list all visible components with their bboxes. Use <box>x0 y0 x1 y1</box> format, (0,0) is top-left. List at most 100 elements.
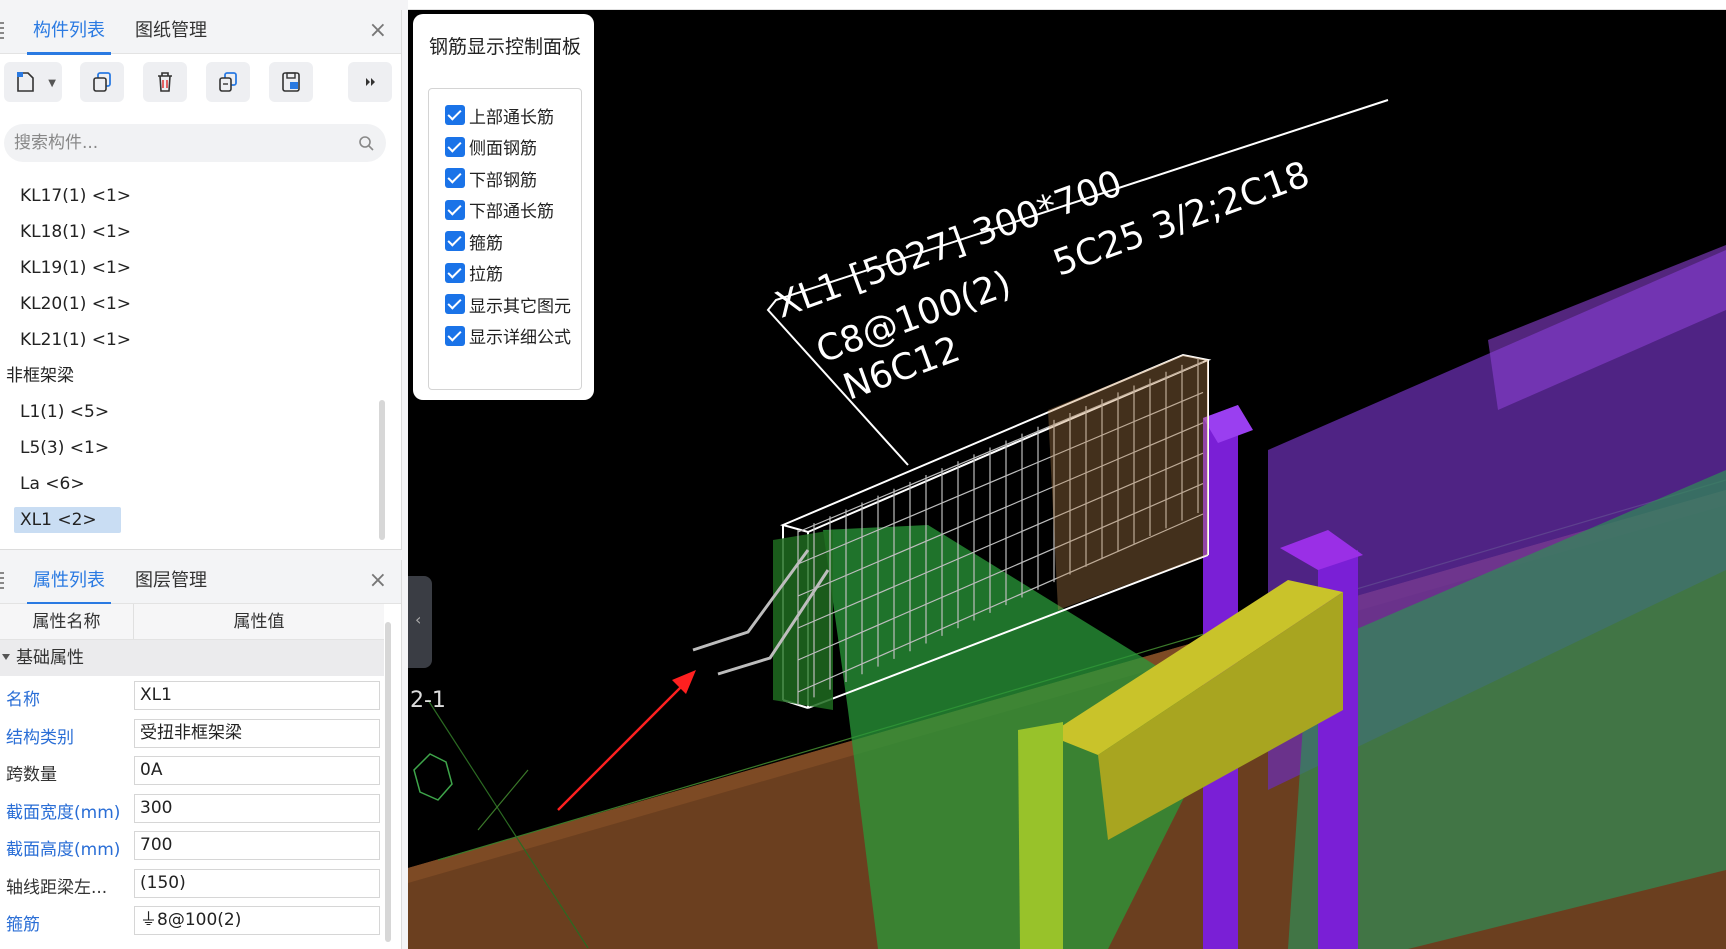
tree-item-label: L1(1) <5> <box>20 402 110 422</box>
checkbox[interactable] <box>445 294 465 314</box>
tree-item[interactable]: KL19(1) <1> <box>0 250 384 286</box>
property-value-field[interactable]: 700 <box>134 831 380 860</box>
rebar-option-label: 拉筋 <box>469 265 503 285</box>
property-name: 结构类别 <box>6 727 74 748</box>
tree-item-label: KL18(1) <1> <box>20 222 132 242</box>
rebar-option[interactable]: 显示其它图元 <box>445 289 571 319</box>
collapse-sidebar-button[interactable]: ‹ <box>408 576 432 668</box>
search-input[interactable] <box>14 131 334 155</box>
rebar-option[interactable]: 下部通长筋 <box>445 195 554 225</box>
extract-component-button[interactable] <box>269 62 313 102</box>
tree-group[interactable]: 非框架梁 <box>0 358 384 394</box>
new-component-button[interactable]: ▼ <box>4 62 62 102</box>
property-value-field[interactable]: 受扭非框架梁 <box>134 718 380 748</box>
tree-item[interactable]: La <6> <box>0 466 384 502</box>
drag-handle-icon[interactable] <box>0 22 4 42</box>
checkbox[interactable] <box>445 262 465 283</box>
tree-item[interactable]: KL21(1) <1> <box>0 322 384 358</box>
rebar-option-label: 显示详细公式 <box>469 328 571 348</box>
property-list-panel: 属性列表 图层管理 × 属性名称 属性值 基础属性 名称 XL1 结构类别 受扭非框架… <box>0 560 402 949</box>
checkbox[interactable] <box>445 199 465 220</box>
copy-icon <box>93 72 111 92</box>
axis-marker-icon <box>413 753 453 801</box>
chevron-down-icon[interactable]: ▼ <box>48 78 56 89</box>
double-chevron-right-icon <box>366 78 375 86</box>
checkbox[interactable] <box>445 231 465 251</box>
rebar-option[interactable]: 显示详细公式 <box>445 321 571 351</box>
property-row: 名称 XL1 <box>0 676 384 714</box>
checkbox[interactable] <box>445 136 465 157</box>
property-name: 箍筋 <box>6 915 40 935</box>
tab-property-list[interactable]: 属性列表 <box>27 570 111 605</box>
rebar-panel-title: 钢筋显示控制面板 <box>429 36 582 58</box>
new-file-icon <box>17 72 34 92</box>
tree-item[interactable]: L1(1) <5> <box>0 394 384 430</box>
property-scrollbar[interactable] <box>385 622 391 942</box>
property-value-field[interactable]: ⏚8@100(2) <box>134 906 380 935</box>
tab-component-list[interactable]: 构件列表 <box>27 20 111 55</box>
section-basic-properties[interactable]: 基础属性 <box>0 640 384 676</box>
duplicate-icon <box>219 72 237 92</box>
tree-item-label: La <6> <box>20 474 85 494</box>
tab-layer-management[interactable]: 图层管理 <box>135 570 207 592</box>
rebar-option[interactable]: 下部钢筋 <box>445 163 537 193</box>
property-name: 名称 <box>6 690 40 710</box>
rebar-option[interactable]: 上部通长筋 <box>445 100 554 130</box>
property-row: 箍筋 ⏚8@100(2) <box>0 901 384 939</box>
red-arrow <box>557 679 689 811</box>
column-header-value: 属性值 <box>233 612 285 632</box>
checkbox[interactable] <box>445 168 465 188</box>
component-scrollbar[interactable] <box>379 400 385 540</box>
checkbox[interactable] <box>445 325 465 346</box>
component-tree: KL17(1) <1> KL18(1) <1> KL19(1) <1> KL20(1)… <box>0 178 384 538</box>
rebar-option-label: 箍筋 <box>469 233 503 254</box>
property-table: 属性名称 属性值 基础属性 名称 XL1 结构类别 受扭非框架梁 跨数量 0A 截面宽度(m… <box>0 604 384 939</box>
tree-item[interactable]: KL18(1) <1> <box>0 214 384 250</box>
rebar-option-label: 侧面钢筋 <box>469 139 537 159</box>
3d-viewport[interactable]: XL1 [5027] 300*700 5C25 3/2;2C18 C8@100(… <box>408 10 1726 949</box>
delete-button[interactable] <box>143 62 187 102</box>
component-list-panel: 构件列表 图纸管理 × ▼ 搜索构件... KL17(1) <1> KL18(1… <box>0 10 402 550</box>
close-icon[interactable]: × <box>369 570 387 592</box>
copy-button[interactable] <box>80 62 124 102</box>
tree-item-label: KL21(1) <1> <box>20 330 132 350</box>
rebar-option-label: 上部通长筋 <box>469 107 554 128</box>
component-tabbar: 构件列表 图纸管理 × <box>0 10 401 55</box>
copy-to-floor-button[interactable] <box>206 62 250 102</box>
property-value-field[interactable]: (150) <box>134 868 380 898</box>
tree-item[interactable]: KL20(1) <1> <box>0 286 384 322</box>
property-name: 截面高度(mm) <box>6 840 121 860</box>
property-value-field[interactable]: 0A <box>134 756 380 785</box>
rebar-option[interactable]: 箍筋 <box>445 226 503 256</box>
rebar-option[interactable]: 拉筋 <box>445 258 503 288</box>
checkbox[interactable] <box>445 105 465 125</box>
close-icon[interactable]: × <box>369 20 387 42</box>
tab-drawing-management[interactable]: 图纸管理 <box>135 20 207 42</box>
search-icon[interactable] <box>358 135 374 151</box>
drag-handle-icon[interactable] <box>0 572 4 592</box>
3d-scene <box>408 99 1726 949</box>
arrow-head-icon <box>672 670 696 694</box>
tree-item-label: L5(3) <1> <box>20 438 110 458</box>
property-rows: 名称 XL1 结构类别 受扭非框架梁 跨数量 0A 截面宽度(mm) 300 截面高度(mm) 7… <box>0 676 384 939</box>
rebar-option[interactable]: 侧面钢筋 <box>445 132 537 162</box>
property-name: 截面宽度(mm) <box>6 802 121 823</box>
search-box[interactable] <box>4 124 386 162</box>
property-row: 轴线距梁左... (150) <box>0 864 384 902</box>
rebar-display-control-panel: 钢筋显示控制面板 上部通长筋侧面钢筋下部钢筋下部通长筋箍筋拉筋显示其它图元 显示详… <box>413 14 594 400</box>
tree-item[interactable]: L5(3) <1> <box>0 430 384 466</box>
property-table-header: 属性名称 属性值 <box>0 604 384 640</box>
property-tabbar: 属性列表 图层管理 × <box>0 560 401 605</box>
rebar-option-label: 下部钢筋 <box>469 170 537 191</box>
tree-item[interactable]: KL17(1) <1> <box>0 178 384 214</box>
more-tools-button[interactable] <box>348 62 392 102</box>
tree-item[interactable]: XL1 <2> <box>0 502 384 538</box>
property-value-field[interactable]: 300 <box>134 793 380 823</box>
component-toolbar: ▼ <box>0 54 401 112</box>
column-header-name: 属性名称 <box>0 604 134 639</box>
rebar-option-label: 下部通长筋 <box>469 202 554 222</box>
property-row: 结构类别 受扭非框架梁 <box>0 714 384 752</box>
rebar-option-label: 显示其它图元 <box>469 296 571 317</box>
property-value-field[interactable]: XL1 <box>134 681 380 710</box>
property-row: 跨数量 0A <box>0 751 384 789</box>
